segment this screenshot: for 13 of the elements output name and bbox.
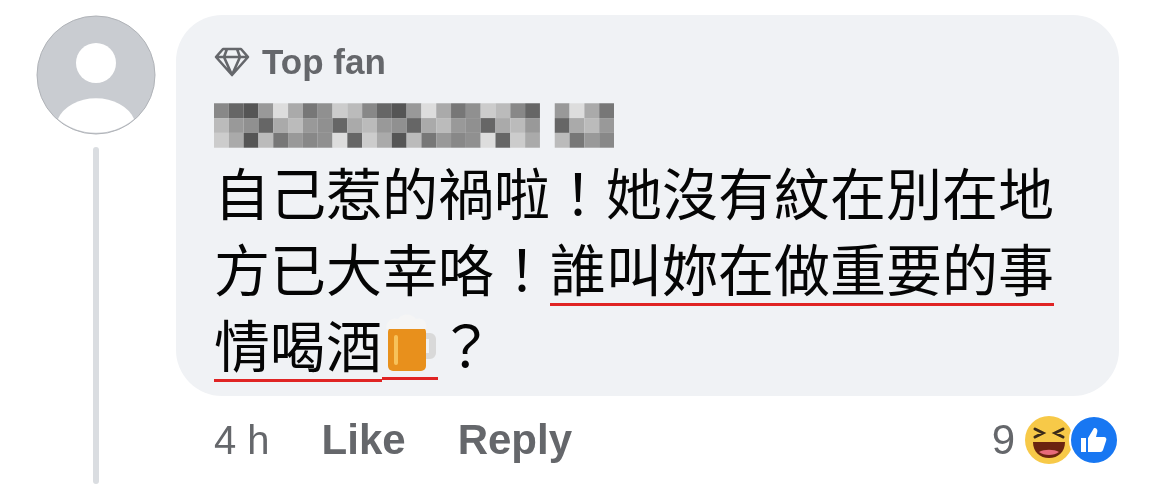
comment-text: 自己惹的禍啦！她沒有紋在別在地: [214, 158, 1054, 230]
avatar[interactable]: [36, 15, 156, 135]
timestamp: 4 h: [214, 417, 270, 463]
comment-text: ？: [438, 310, 494, 382]
comment-text: 方已大幸咯！: [214, 234, 550, 306]
like-link[interactable]: Like: [321, 416, 406, 465]
top-fan-label: Top fan: [262, 42, 386, 82]
reaction-count[interactable]: 9: [991, 416, 1015, 465]
reply-link[interactable]: Reply: [457, 416, 573, 465]
like-icon: [1069, 415, 1119, 466]
comment-text: 情喝酒: [214, 310, 382, 382]
comment-text: 誰叫妳在做重要的事: [550, 234, 1054, 306]
diamond-icon: [214, 47, 250, 77]
